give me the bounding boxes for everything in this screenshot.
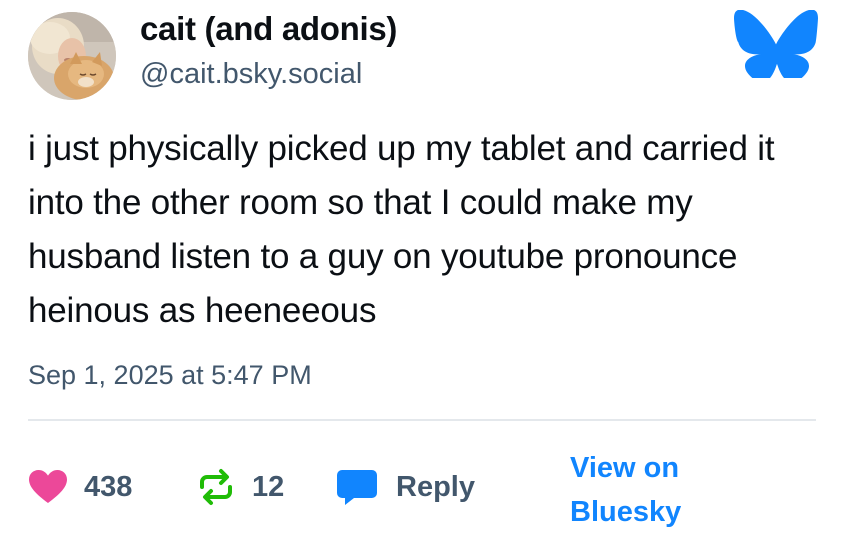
- view-link-line1: View on: [570, 452, 680, 484]
- avatar-photo: [28, 12, 116, 100]
- reply-label: Reply: [396, 470, 475, 503]
- view-on-bluesky-link[interactable]: View on Bluesky: [570, 446, 681, 534]
- post-card: cait (and adonis) @cait.bsky.social i ju…: [0, 0, 846, 548]
- author-display-name[interactable]: cait (and adonis): [140, 10, 397, 48]
- repost-button[interactable]: 12: [196, 462, 284, 512]
- post-timestamp[interactable]: Sep 1, 2025 at 5:47 PM: [28, 360, 312, 391]
- author-handle[interactable]: @cait.bsky.social: [140, 58, 362, 91]
- repost-icon: [200, 469, 232, 505]
- view-link-line2: Bluesky: [570, 496, 682, 528]
- heart-icon: [29, 470, 67, 503]
- post-text: i just physically picked up my tablet an…: [28, 129, 775, 330]
- reply-button[interactable]: Reply: [336, 462, 475, 512]
- speech-bubble-icon: [337, 470, 377, 505]
- like-count: 438: [84, 470, 133, 503]
- repost-count: 12: [252, 470, 285, 503]
- divider: [28, 419, 816, 421]
- like-button[interactable]: 438: [28, 462, 132, 512]
- bluesky-butterfly-icon[interactable]: [734, 10, 818, 78]
- author-avatar[interactable]: [28, 12, 116, 100]
